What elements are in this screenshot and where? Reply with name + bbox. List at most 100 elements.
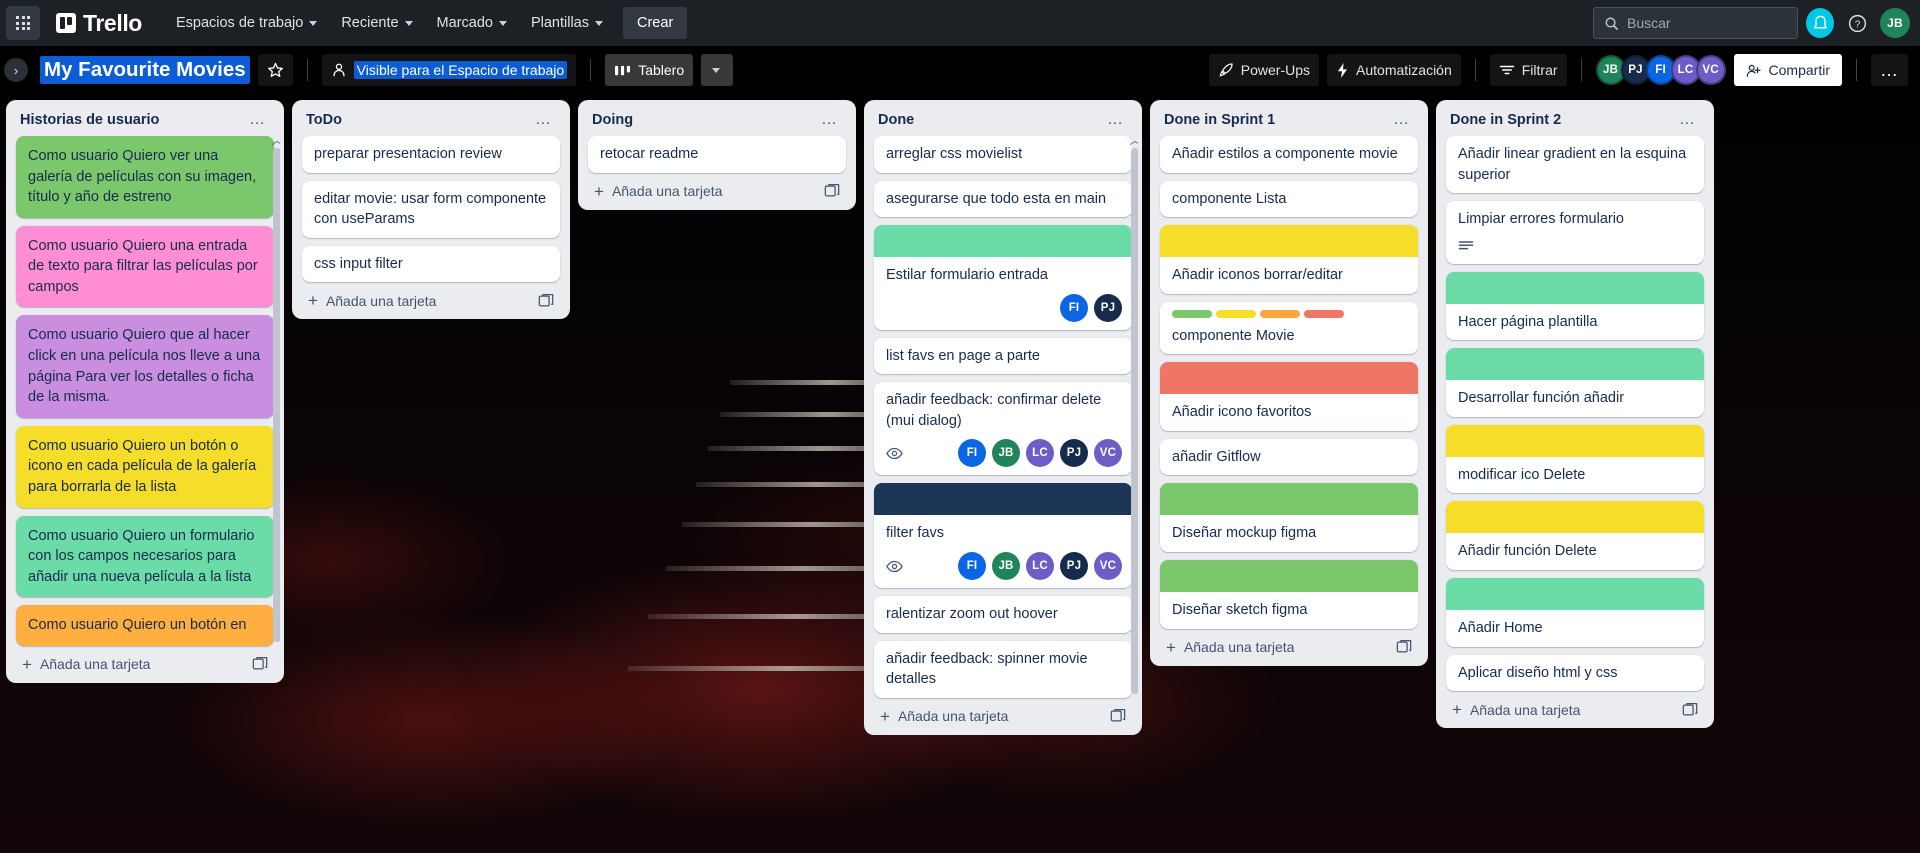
card[interactable]: preparar presentacion review	[302, 136, 560, 173]
card-template-icon[interactable]	[538, 293, 554, 309]
card[interactable]: list favs en page a parte	[874, 337, 1132, 375]
add-card-button[interactable]: + Añada una tarjeta	[10, 648, 280, 679]
card[interactable]: Como usuario Quiero un botón o icono en …	[16, 425, 274, 508]
card[interactable]: Añadir linear gradient en la esquina sup…	[1446, 136, 1704, 194]
card-member-avatar[interactable]: VC	[1094, 439, 1122, 468]
scrollbar-thumb[interactable]	[1131, 148, 1138, 694]
card[interactable]: Como usuario Quiero ver una galería de p…	[16, 136, 274, 218]
list-title[interactable]: Done	[878, 112, 1101, 128]
nav-item-starred[interactable]: Marcado	[427, 7, 517, 39]
card[interactable]: Como usuario Quiero un botón en	[16, 605, 274, 646]
card[interactable]: Estilar formulario entrada FI PJ	[874, 225, 1132, 330]
label-orange[interactable]	[1260, 309, 1300, 318]
nav-item-workspaces[interactable]: Espacios de trabajo	[166, 7, 327, 39]
card-member-avatar[interactable]: LC	[1026, 439, 1054, 468]
card-member-avatar[interactable]: FI	[1060, 293, 1088, 322]
card-member-avatar[interactable]: LC	[1026, 552, 1054, 581]
board-visibility-button[interactable]: Visible para el Espacio de trabajo	[321, 54, 577, 86]
card[interactable]: Como usuario Quiero una entrada de texto…	[16, 225, 274, 308]
list-title[interactable]: Done in Sprint 2	[1450, 112, 1673, 128]
card[interactable]: filter favs FI JB LC PJ VC	[874, 483, 1132, 589]
card[interactable]: Añadir Home	[1446, 578, 1704, 647]
card[interactable]: Diseñar sketch figma	[1160, 560, 1418, 629]
label-yellow[interactable]	[1216, 309, 1256, 318]
member-avatar[interactable]: VC	[1695, 55, 1726, 85]
card-member-avatar[interactable]: VC	[1094, 552, 1122, 581]
card[interactable]: Añadir estilos a componente movie	[1160, 136, 1418, 173]
list-menu-button[interactable]: …	[529, 112, 558, 128]
card-member-avatar[interactable]: FI	[958, 439, 986, 468]
card[interactable]: Diseñar mockup figma	[1160, 483, 1418, 553]
app-switcher-button[interactable]	[6, 6, 40, 40]
list-scrollbar[interactable]: ︿	[1130, 136, 1138, 700]
list-title[interactable]: Historias de usuario	[20, 112, 243, 128]
list-title[interactable]: ToDo	[306, 112, 529, 128]
help-button[interactable]: ?	[1842, 8, 1872, 38]
power-ups-button[interactable]: Power-Ups	[1208, 54, 1320, 86]
card[interactable]: modificar ico Delete	[1446, 424, 1704, 494]
card[interactable]: componente Movie	[1160, 301, 1418, 355]
nav-item-recent[interactable]: Reciente	[331, 7, 422, 39]
add-card-button[interactable]: + Añada una tarjeta	[1154, 631, 1424, 662]
automation-button[interactable]: Automatización	[1327, 54, 1461, 86]
add-card-button[interactable]: + Añada una tarjeta	[582, 175, 852, 206]
list-menu-button[interactable]: …	[815, 112, 844, 128]
card[interactable]: Añadir iconos borrar/editar	[1160, 225, 1418, 294]
add-card-button[interactable]: + Añada una tarjeta	[1440, 693, 1710, 724]
list-title[interactable]: Done in Sprint 1	[1164, 112, 1387, 128]
card-member-avatar[interactable]: PJ	[1060, 439, 1088, 468]
card[interactable]: editar movie: usar form componente con u…	[302, 180, 560, 238]
share-button[interactable]: Compartir	[1733, 54, 1842, 86]
list-menu-button[interactable]: …	[1387, 112, 1416, 128]
card-member-avatar[interactable]: FI	[958, 552, 986, 581]
card-member-avatar[interactable]: PJ	[1060, 552, 1088, 581]
card[interactable]: Como usuario Quiero que al hacer click e…	[16, 315, 274, 418]
card[interactable]: componente Lista	[1160, 180, 1418, 218]
card-member-avatar[interactable]: JB	[992, 552, 1020, 581]
list-menu-button[interactable]: …	[243, 112, 272, 128]
sidebar-expand-button[interactable]: ›	[4, 58, 28, 82]
card-member-avatar[interactable]: PJ	[1094, 293, 1122, 322]
trello-home-link[interactable]: Trello	[50, 6, 148, 41]
card[interactable]: Desarrollar función añadir	[1446, 348, 1704, 417]
notifications-button[interactable]	[1806, 8, 1834, 38]
star-board-button[interactable]	[257, 54, 293, 86]
filter-button[interactable]: Filtrar	[1489, 54, 1567, 86]
board-more-menu-button[interactable]: …	[1871, 54, 1908, 86]
board-title[interactable]: My Favourite Movies	[40, 56, 250, 84]
card-template-icon[interactable]	[252, 656, 268, 672]
list-title[interactable]: Doing	[592, 112, 815, 128]
card[interactable]: Como usuario Quiero un formulario con lo…	[16, 515, 274, 598]
card[interactable]: Añadir función Delete	[1446, 501, 1704, 571]
label-green[interactable]	[1172, 309, 1212, 318]
card[interactable]: añadir feedback: confirmar delete (mui d…	[874, 382, 1132, 476]
card[interactable]: retocar readme	[588, 136, 846, 173]
card[interactable]: añadir feedback: spinner movie detalles	[874, 640, 1132, 698]
nav-item-templates[interactable]: Plantillas	[521, 7, 613, 39]
card-template-icon[interactable]	[1396, 639, 1412, 655]
card[interactable]: asegurarse que todo esta en main	[874, 180, 1132, 218]
card[interactable]: css input filter	[302, 245, 560, 283]
list-menu-button[interactable]: …	[1673, 112, 1702, 128]
card-template-icon[interactable]	[824, 183, 840, 199]
board-view-button[interactable]: Tablero	[605, 54, 694, 86]
board-view-dropdown-button[interactable]	[701, 54, 734, 86]
add-card-button[interactable]: + Añada una tarjeta	[868, 700, 1138, 731]
card-member-avatar[interactable]: JB	[992, 439, 1020, 468]
card[interactable]: añadir Gitflow	[1160, 438, 1418, 476]
card[interactable]: Aplicar diseño html y css	[1446, 654, 1704, 692]
card[interactable]: Limpiar errores formulario	[1446, 201, 1704, 264]
label-red[interactable]	[1304, 309, 1344, 318]
list-scrollbar[interactable]: ︿	[272, 136, 280, 648]
create-button[interactable]: Crear	[623, 7, 688, 39]
user-avatar[interactable]: JB	[1880, 8, 1910, 38]
card-template-icon[interactable]	[1110, 708, 1126, 724]
card[interactable]: Hacer página plantilla	[1446, 271, 1704, 341]
card[interactable]: Añadir icono favoritos	[1160, 362, 1418, 431]
card-template-icon[interactable]	[1682, 702, 1698, 718]
card[interactable]: arreglar css movielist	[874, 136, 1132, 173]
scrollbar-thumb[interactable]	[273, 148, 280, 642]
add-card-button[interactable]: + Añada una tarjeta	[296, 284, 566, 315]
list-menu-button[interactable]: …	[1101, 112, 1130, 128]
card[interactable]: ralentizar zoom out hoover	[874, 596, 1132, 633]
